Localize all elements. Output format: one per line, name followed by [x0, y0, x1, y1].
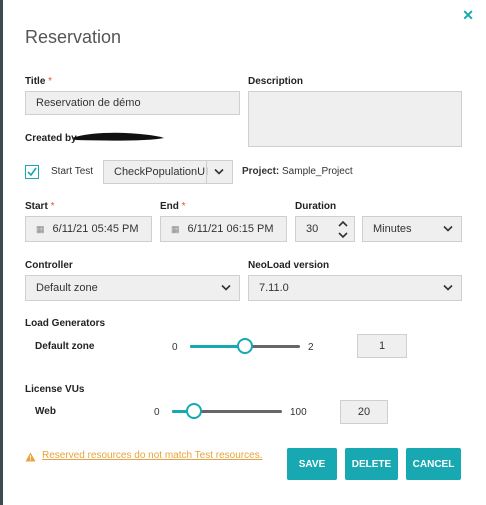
chevron-down-icon [443, 284, 453, 291]
neoload-version-label: NeoLoad version [248, 260, 330, 271]
lg-count-input[interactable]: 1 [357, 334, 407, 358]
chevron-down-icon[interactable] [338, 232, 348, 239]
project-info: Project: Sample_Project [242, 166, 353, 177]
duration-unit-select[interactable]: Minutes [362, 216, 462, 242]
start-label: Start * [25, 201, 55, 212]
start-test-checkbox[interactable] [25, 165, 39, 179]
start-date-input[interactable]: ▦ 6/11/21 05:45 PM [25, 216, 152, 242]
save-button[interactable]: SAVE [287, 448, 337, 480]
chevron-down-icon [221, 284, 231, 291]
vu-min-value: 0 [154, 407, 160, 418]
cancel-button[interactable]: CANCEL [406, 448, 461, 480]
created-by-label: Created by [25, 133, 77, 144]
chevron-down-icon [214, 168, 224, 175]
end-label: End * [160, 201, 186, 212]
lg-slider-thumb[interactable] [237, 338, 253, 354]
end-date-input[interactable]: ▦ 6/11/21 06:15 PM [160, 216, 287, 242]
controller-label: Controller [25, 260, 73, 271]
redacted-name-mark [72, 132, 164, 141]
description-textarea[interactable] [248, 91, 462, 147]
lg-min-value: 0 [172, 342, 178, 353]
close-icon[interactable]: ✕ [462, 8, 474, 22]
resource-warning-link[interactable]: Reserved resources do not match Test res… [42, 450, 262, 461]
dialog-left-edge [0, 0, 3, 505]
delete-button[interactable]: DELETE [345, 448, 398, 480]
duration-stepper[interactable]: 30 [295, 216, 355, 242]
neoload-version-select[interactable]: 7.11.0 [248, 275, 462, 301]
license-vus-label: License VUs [25, 384, 85, 395]
controller-select[interactable]: Default zone [25, 275, 240, 301]
lg-zone-label: Default zone [35, 341, 95, 352]
vu-count-input[interactable]: 20 [340, 400, 388, 424]
dialog-title: Reservation [25, 27, 122, 47]
description-label: Description [248, 76, 304, 87]
title-input[interactable]: Reservation de démo [25, 91, 240, 115]
chevron-up-icon[interactable] [338, 220, 348, 227]
load-generators-label: Load Generators [25, 318, 106, 329]
vu-type-label: Web [35, 406, 56, 417]
vu-max-value: 100 [290, 407, 307, 418]
lg-max-value: 2 [308, 342, 314, 353]
calendar-icon: ▦ [36, 223, 45, 234]
vu-slider-thumb[interactable] [186, 403, 202, 419]
title-label: Title * [25, 76, 53, 87]
calendar-icon: ▦ [171, 223, 180, 234]
test-select[interactable]: CheckPopulationUI [103, 160, 233, 184]
start-test-label: Start Test [51, 166, 94, 177]
duration-label: Duration [295, 201, 337, 212]
chevron-down-icon [443, 225, 453, 232]
warning-icon [25, 452, 36, 462]
